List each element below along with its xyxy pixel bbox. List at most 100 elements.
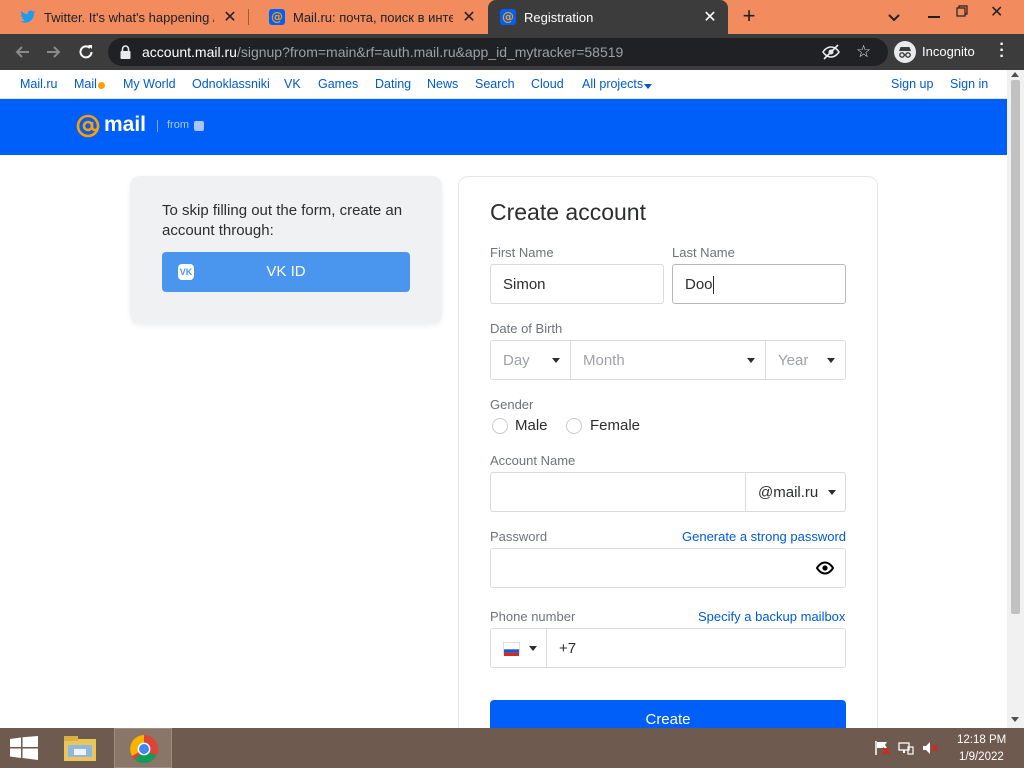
scrollbar-thumb[interactable] (1011, 80, 1020, 614)
mailru-at-icon: @ (500, 9, 516, 25)
lock-icon[interactable] (120, 45, 131, 64)
last-name-label: Last Name (672, 245, 735, 260)
browser-tab-strip: Twitter. It's what's happening / Tw ✕ @ … (0, 0, 1024, 34)
portal-link-cloud[interactable]: Cloud (531, 77, 564, 91)
logo-text: mail (104, 113, 147, 136)
restore-icon[interactable] (956, 4, 970, 18)
network-tray-icon[interactable] (898, 741, 914, 755)
tab-title: Registration (524, 9, 594, 25)
portal-link-all-projects[interactable]: All projects (582, 77, 643, 91)
vk-icon (194, 121, 204, 131)
portal-link-games[interactable]: Games (318, 77, 358, 91)
mail-notification-dot (98, 82, 105, 89)
phone-prefix: +7 (559, 640, 577, 657)
backup-mailbox-link[interactable]: Specify a backup mailbox (698, 609, 845, 624)
gender-male-label[interactable]: Male (515, 417, 548, 434)
incognito-icon[interactable] (894, 41, 916, 63)
taskbar-time[interactable]: 12:18 PM (957, 734, 1006, 746)
tab-twitter[interactable]: Twitter. It's what's happening / Tw ✕ (0, 0, 248, 34)
svg-text:@: @ (502, 10, 514, 24)
tab-title: Mail.ru: почта, поиск в интернет (293, 9, 453, 25)
phone-label: Phone number (490, 609, 576, 624)
eye-slash-icon[interactable] (822, 44, 840, 65)
tab-registration[interactable]: @ Registration ✕ (488, 0, 728, 34)
domain-value: @mail.ru (758, 484, 819, 501)
browser-toolbar: account.mail.ru/signup?from=main&rf=auth… (0, 34, 1024, 70)
portal-link-vk[interactable]: VK (284, 77, 301, 91)
back-arrow-icon[interactable] (10, 40, 34, 64)
windows-start-icon[interactable] (10, 736, 38, 760)
create-button-label: Create (645, 711, 691, 728)
page-scrollbar[interactable] (1007, 70, 1024, 728)
generate-password-link[interactable]: Generate a strong password (682, 529, 846, 544)
account-name-input[interactable] (490, 472, 746, 512)
phone-input[interactable]: +7 (546, 628, 846, 668)
dob-year-select[interactable]: Year (765, 340, 846, 380)
portal-link-news[interactable]: News (427, 77, 458, 91)
windows-taskbar: 12:18 PM 1/9/2022 (0, 728, 1024, 768)
gender-label: Gender (490, 397, 534, 412)
portal-link-odnoklassniki[interactable]: Odnoklassniki (192, 77, 270, 91)
chevron-down-icon (747, 358, 755, 363)
scroll-up-icon[interactable] (1011, 72, 1019, 77)
country-select[interactable] (490, 628, 547, 668)
dob-day-select[interactable]: Day (490, 340, 571, 380)
portal-link-mail[interactable]: Mail (74, 77, 97, 91)
portal-link-search[interactable]: Search (475, 77, 515, 91)
chevron-down-icon (644, 84, 652, 89)
close-tab-icon[interactable]: ✕ (702, 9, 718, 26)
last-name-value: Doo (685, 276, 713, 293)
signup-link[interactable]: Sign up (891, 77, 933, 91)
minimize-icon[interactable] (928, 16, 940, 18)
portal-link-mailru[interactable]: Mail.ru (20, 77, 58, 91)
chrome-taskbar-button[interactable] (114, 728, 172, 768)
mailru-at-icon: @ (269, 9, 285, 25)
close-tab-icon[interactable]: ✕ (461, 9, 477, 26)
form-title: Create account (490, 199, 646, 225)
url-host: account.mail.ru (142, 44, 237, 60)
browser-menu-icon[interactable]: · · · (997, 37, 1007, 65)
gender-male-radio[interactable] (492, 418, 508, 434)
first-name-field[interactable]: Simon (490, 264, 664, 304)
address-bar[interactable]: account.mail.ru/signup?from=main&rf=auth… (108, 38, 888, 66)
tab-title: Twitter. It's what's happening / Tw (44, 9, 214, 25)
logo-divider (157, 120, 158, 132)
vk-id-button-label: VK ID (266, 263, 306, 280)
new-tab-plus-icon[interactable]: + (738, 5, 760, 27)
flag-tray-icon[interactable] (874, 741, 890, 755)
gender-female-label[interactable]: Female (590, 417, 640, 434)
portal-link-myworld[interactable]: My World (123, 77, 176, 91)
taskbar-date[interactable]: 1/9/2022 (959, 751, 1004, 763)
mail-header: mail from (0, 99, 1007, 155)
twitter-icon (20, 9, 36, 25)
tab-mailru[interactable]: @ Mail.ru: почта, поиск в интернет ✕ (249, 0, 487, 34)
chrome-icon (129, 734, 159, 769)
dob-day-placeholder: Day (503, 352, 530, 369)
signin-link[interactable]: Sign in (950, 77, 988, 91)
password-input[interactable] (490, 548, 846, 588)
vk-id-button[interactable]: VK VK ID (162, 252, 410, 292)
chevron-down-icon (529, 646, 537, 651)
vk-card-text: To skip filling out the form, create an … (162, 202, 403, 239)
gender-female-radio[interactable] (566, 418, 582, 434)
bookmark-star-icon[interactable]: ☆ (856, 42, 871, 62)
close-window-icon[interactable]: ✕ (990, 2, 1006, 21)
show-password-eye-icon[interactable] (815, 560, 835, 580)
close-tab-icon[interactable]: ✕ (222, 9, 238, 26)
portal-link-dating[interactable]: Dating (375, 77, 411, 91)
password-label: Password (490, 529, 548, 544)
account-name-label: Account Name (490, 453, 576, 468)
dob-month-select[interactable]: Month (570, 340, 766, 380)
forward-arrow-icon[interactable] (42, 40, 66, 64)
dob-month-placeholder: Month (583, 352, 625, 369)
scroll-down-icon[interactable] (1011, 717, 1019, 722)
dob-year-placeholder: Year (778, 352, 809, 369)
reload-icon[interactable] (74, 40, 98, 64)
domain-select[interactable]: @mail.ru (745, 472, 846, 512)
volume-muted-tray-icon[interactable] (922, 741, 938, 755)
last-name-field[interactable]: Doo (672, 264, 846, 304)
first-name-label: First Name (490, 245, 554, 260)
file-explorer-icon[interactable] (62, 733, 98, 763)
tab-search-chevron-icon[interactable] (888, 9, 908, 25)
chevron-down-icon (827, 358, 835, 363)
